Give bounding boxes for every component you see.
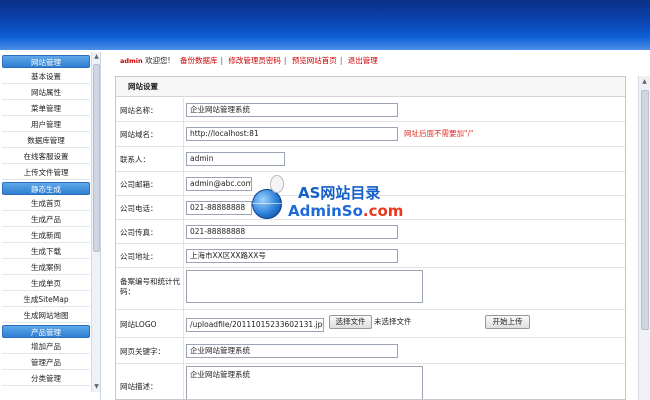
contact-input[interactable]: admin <box>186 152 285 166</box>
panel-title: 网站设置 <box>128 82 158 91</box>
menu-item-generate-news[interactable]: 生成新闻 <box>2 228 90 243</box>
domain-input[interactable]: http://localhost:81 <box>186 127 398 141</box>
menu-item-generate-home[interactable]: 生成首页 <box>2 196 90 211</box>
address-input[interactable]: 上海市XX区XX路XX号 <box>186 249 398 263</box>
phone-input[interactable]: 021-88888888 <box>186 201 252 215</box>
form-row-icp: 备案编号和统计代码： <box>116 268 625 310</box>
menu-item-generate-site-map[interactable]: 生成网站地图 <box>2 308 90 323</box>
top-action-bar: admin 欢迎您! 备份数据库 | 修改管理员密码 | 预览网站首页 | 退出管理 <box>120 55 381 67</box>
logo-path-input[interactable]: /uploadfile/20111015233602131.jpg <box>186 318 324 332</box>
figure-icon <box>270 175 284 193</box>
left-sidebar: 网站管理 基本设置 网站属性 菜单管理 用户管理 数据库管理 在线客服设置 上传… <box>0 52 101 400</box>
menu-item-user-management[interactable]: 用户管理 <box>2 117 90 132</box>
watermark-domain-main: AdminSo <box>288 202 363 220</box>
choose-file-button[interactable]: 选择文件 <box>329 315 372 329</box>
current-user: admin <box>120 57 143 65</box>
menu-group-static-generation[interactable]: 静态生成 <box>2 182 90 195</box>
scroll-up-arrow-icon[interactable]: ▲ <box>639 76 650 88</box>
menu-item-upload-files[interactable]: 上传文件管理 <box>2 165 90 180</box>
separator: | <box>220 56 223 65</box>
site-settings-panel: 网站设置 网站名称： 企业网站管理系统 网站域名： http://localho… <box>115 76 626 400</box>
menu-item-generate-products[interactable]: 生成产品 <box>2 212 90 227</box>
field-label: 网站描述： <box>120 364 184 399</box>
main-scroll-thumb[interactable] <box>641 90 649 330</box>
keywords-input[interactable]: 企业网站管理系统 <box>186 344 398 358</box>
form-row-site-name: 网站名称： 企业网站管理系统 <box>116 98 625 122</box>
icp-textarea[interactable] <box>186 270 423 303</box>
field-label: 网站域名： <box>120 122 184 146</box>
separator: | <box>339 56 343 65</box>
form-row-keywords: 网页关键字： 企业网站管理系统 <box>116 338 625 364</box>
menu-item-generate-sitemap[interactable]: 生成SiteMap <box>2 292 90 307</box>
field-label: 备案编号和统计代码： <box>120 268 184 309</box>
menu-item-online-service[interactable]: 在线客服设置 <box>2 149 90 164</box>
start-upload-button[interactable]: 开始上传 <box>485 315 530 329</box>
change-password-link[interactable]: 修改管理员密码 <box>228 56 281 65</box>
field-label: 网站名称： <box>120 98 184 121</box>
field-label: 网页关键字： <box>120 338 184 363</box>
menu-item-site-properties[interactable]: 网站属性 <box>2 85 90 100</box>
panel-header: 网站设置 <box>116 77 625 97</box>
field-label: 公司邮箱： <box>120 172 184 195</box>
sidebar-scrollbar[interactable]: ▲ ▼ <box>91 52 100 392</box>
watermark-title: AS网站目录 <box>298 184 381 202</box>
menu-item-basic-settings[interactable]: 基本设置 <box>2 69 90 84</box>
menu-item-add-product[interactable]: 增加产品 <box>2 339 90 354</box>
field-label: 公司传真： <box>120 220 184 243</box>
field-label: 网站LOGO <box>120 310 184 337</box>
email-input[interactable]: admin@abc.com <box>186 177 252 191</box>
menu-item-generate-cases[interactable]: 生成案例 <box>2 260 90 275</box>
form-row-address: 公司地址： 上海市XX区XX路XX号 <box>116 244 625 268</box>
watermark-domain: AdminSo.com <box>288 202 403 220</box>
menu-item-category-management[interactable]: 分类管理 <box>2 371 90 386</box>
menu-item-generate-downloads[interactable]: 生成下载 <box>2 244 90 259</box>
menu-item-menu-management[interactable]: 菜单管理 <box>2 101 90 116</box>
scroll-down-arrow-icon[interactable]: ▼ <box>92 382 100 392</box>
domain-hint: 网址后面不需要加"/" <box>404 129 474 138</box>
scroll-up-arrow-icon[interactable]: ▲ <box>92 52 100 62</box>
description-textarea[interactable]: 企业网站管理系统 <box>186 366 423 399</box>
form-row-logo: 网站LOGO /uploadfile/20111015233602131.jpg… <box>116 310 625 338</box>
separator: | <box>283 56 287 65</box>
adminso-watermark-logo: AS网站目录 AdminSo.com <box>250 175 410 230</box>
welcome-text: 欢迎您! <box>145 56 171 65</box>
header-banner <box>0 0 650 50</box>
main-scrollbar[interactable]: ▲ <box>638 76 650 400</box>
form-row-contact: 联系人： admin <box>116 147 625 172</box>
no-file-chosen-text: 未选择文件 <box>374 317 412 326</box>
field-label: 联系人： <box>120 147 184 171</box>
preview-homepage-link[interactable]: 预览网站首页 <box>292 56 337 65</box>
menu-group-site-management[interactable]: 网站管理 <box>2 55 90 68</box>
field-label: 公司地址： <box>120 244 184 267</box>
form-row-description: 网站描述： 企业网站管理系统 <box>116 364 625 399</box>
logout-link[interactable]: 退出管理 <box>348 56 378 65</box>
site-name-input[interactable]: 企业网站管理系统 <box>186 103 398 117</box>
watermark-domain-suffix: .com <box>362 202 404 220</box>
menu-item-manage-products[interactable]: 管理产品 <box>2 355 90 370</box>
form-row-domain: 网站域名： http://localhost:81 网址后面不需要加"/" <box>116 122 625 147</box>
field-label: 公司电话： <box>120 196 184 219</box>
menu-item-generate-pages[interactable]: 生成单页 <box>2 276 90 291</box>
menu-item-database-management[interactable]: 数据库管理 <box>2 133 90 148</box>
menu-group-product-management[interactable]: 产品管理 <box>2 325 90 338</box>
backup-database-link[interactable]: 备份数据库 <box>180 56 218 65</box>
globe-icon <box>252 189 282 219</box>
sidebar-scroll-thumb[interactable] <box>93 64 100 252</box>
globe-equator-line <box>252 203 282 204</box>
